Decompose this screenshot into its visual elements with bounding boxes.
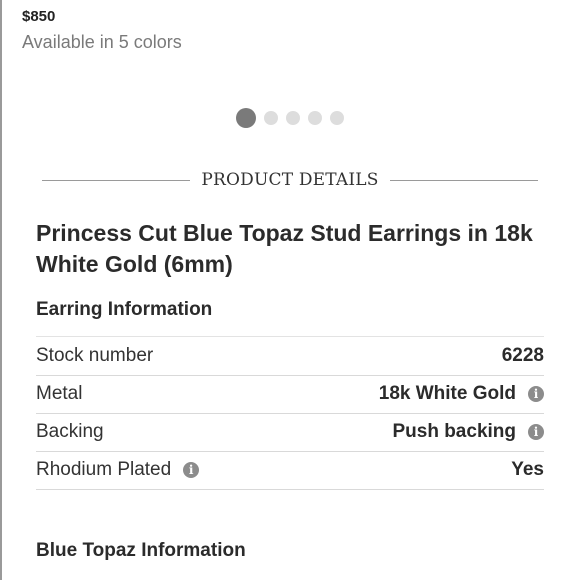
left-border xyxy=(0,0,2,580)
earring-info-heading: Earring Information xyxy=(36,299,213,320)
spec-value-text: Yes xyxy=(511,459,544,480)
info-icon[interactable]: i xyxy=(183,462,200,478)
spec-label: Backing xyxy=(36,421,104,442)
spec-value: 18k White Gold i xyxy=(379,383,544,405)
spec-value: 6228 xyxy=(502,345,544,367)
spec-label: Stock number xyxy=(36,345,154,366)
spec-row-backing: Backing Push backing i xyxy=(36,413,544,452)
spec-row-rhodium-plated: Rhodium Plated i Yes xyxy=(36,451,544,490)
spec-label-text: Rhodium Plated xyxy=(36,459,172,480)
spec-label: Metal xyxy=(36,383,83,404)
carousel-dot-2[interactable] xyxy=(264,111,278,125)
available-colors-link[interactable]: Available in 5 colors xyxy=(22,32,182,53)
spec-value: Push backing i xyxy=(392,421,544,443)
blue-topaz-info-heading: Blue Topaz Information xyxy=(36,540,246,561)
product-price: $850 xyxy=(22,8,56,25)
spec-value: Yes xyxy=(511,459,544,481)
spec-label: Rhodium Plated i xyxy=(36,459,200,481)
carousel-dot-1[interactable] xyxy=(236,108,256,128)
carousel-dot-4[interactable] xyxy=(308,111,322,125)
spec-value-text: 6228 xyxy=(501,345,544,366)
info-icon[interactable]: i xyxy=(528,424,544,440)
section-divider-left xyxy=(42,180,190,181)
spec-value-text: 18k White Gold xyxy=(378,383,516,404)
carousel-pagination xyxy=(236,108,352,128)
section-title: PRODUCT DETAILS xyxy=(201,170,379,190)
spec-row-stock-number: Stock number 6228 xyxy=(36,337,544,376)
carousel-dot-3[interactable] xyxy=(286,111,300,125)
spec-row-metal: Metal 18k White Gold i xyxy=(36,375,544,414)
product-title: Princess Cut Blue Topaz Stud Earrings in… xyxy=(36,220,533,277)
info-icon[interactable]: i xyxy=(528,386,544,402)
carousel-dot-5[interactable] xyxy=(330,111,344,125)
spec-value-text: Push backing xyxy=(392,421,516,442)
section-divider-right xyxy=(390,180,538,181)
